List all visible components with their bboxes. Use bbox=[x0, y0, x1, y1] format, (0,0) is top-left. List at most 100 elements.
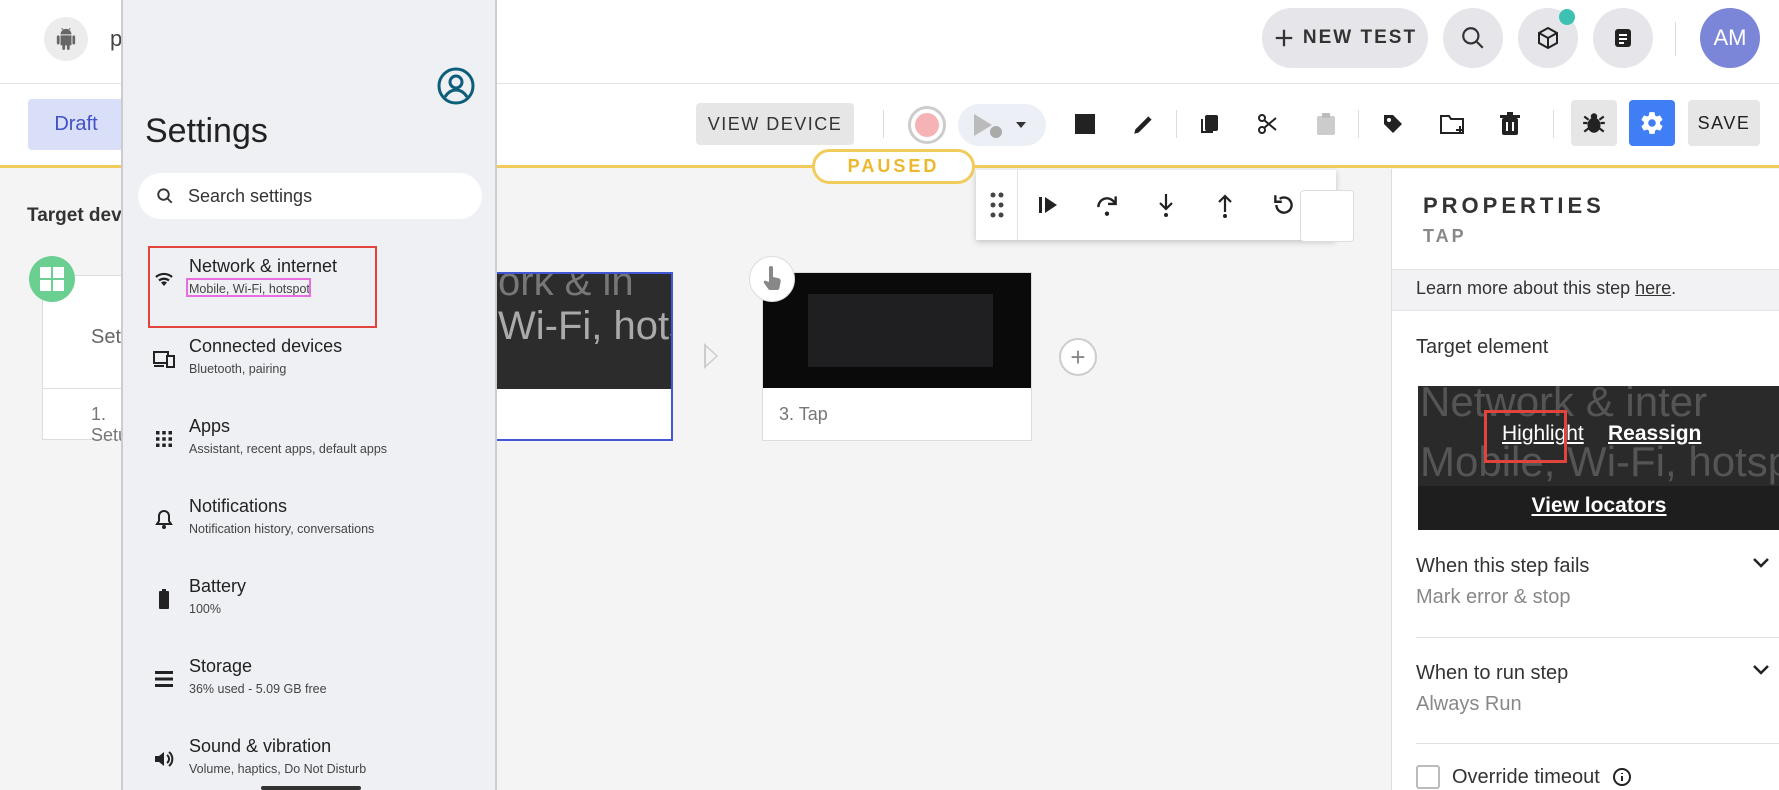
divider bbox=[1358, 110, 1359, 138]
when-step-fails-label: When this step fails bbox=[1416, 555, 1590, 577]
when-step-fails-section[interactable]: When this step fails Mark error & stop bbox=[1416, 555, 1769, 609]
view-device-button[interactable]: VIEW DEVICE bbox=[696, 103, 854, 145]
logs-button[interactable] bbox=[1593, 8, 1653, 68]
settings-item-notifications[interactable]: Notifications Notification history, conv… bbox=[123, 490, 495, 560]
gear-icon bbox=[1641, 112, 1663, 134]
drag-handle-icon[interactable] bbox=[976, 170, 1018, 240]
when-to-run-section[interactable]: When to run step Always Run bbox=[1416, 662, 1769, 716]
step-arrow-icon bbox=[704, 343, 718, 369]
divider bbox=[43, 388, 131, 389]
learn-more-link[interactable]: here bbox=[1635, 278, 1671, 298]
play-debug-icon bbox=[974, 114, 1002, 138]
dropdown-arrow-icon[interactable] bbox=[1014, 120, 1028, 130]
edit-button[interactable] bbox=[1124, 104, 1164, 144]
search-icon bbox=[157, 188, 173, 204]
debug-controls bbox=[976, 170, 1336, 240]
paused-badge: PAUSED bbox=[812, 149, 975, 184]
divider bbox=[1416, 743, 1779, 744]
device-screen[interactable]: Settings Search settings Network & inter… bbox=[121, 0, 497, 790]
view-locators-link[interactable]: View locators bbox=[1418, 494, 1779, 518]
delete-button[interactable] bbox=[1490, 104, 1530, 144]
reassign-link[interactable]: Reassign bbox=[1608, 422, 1701, 446]
resume-icon bbox=[1038, 197, 1057, 213]
settings-search[interactable]: Search settings bbox=[138, 173, 482, 219]
when-to-run-label: When to run step bbox=[1416, 662, 1569, 684]
step-into-button[interactable] bbox=[1136, 192, 1195, 218]
divider bbox=[1176, 110, 1177, 138]
tap-icon bbox=[749, 256, 795, 302]
settings-item-battery[interactable]: Battery 100% bbox=[123, 570, 495, 640]
divider bbox=[1675, 22, 1676, 56]
resume-button[interactable] bbox=[1018, 193, 1077, 217]
cut-button[interactable] bbox=[1248, 104, 1288, 144]
search-placeholder: Search settings bbox=[188, 185, 313, 206]
save-button[interactable]: SAVE bbox=[1688, 100, 1760, 146]
bug-icon bbox=[1583, 113, 1605, 133]
settings-item-subtitle: Bluetooth, pairing bbox=[189, 362, 287, 376]
chevron-down-icon[interactable] bbox=[1752, 664, 1770, 676]
step-card-3[interactable]: 3. Tap bbox=[762, 272, 1032, 441]
record-button[interactable] bbox=[908, 106, 946, 144]
run-debug-button[interactable] bbox=[958, 104, 1046, 146]
learn-more-banner: Learn more about this step here. bbox=[1392, 269, 1779, 311]
step-thumb-text: ork & in bbox=[498, 274, 634, 304]
tag-button[interactable] bbox=[1373, 104, 1413, 144]
learn-more-text: Learn more about this step bbox=[1416, 278, 1636, 298]
settings-item-storage[interactable]: Storage 36% used - 5.09 GB free bbox=[123, 650, 495, 720]
cube-icon bbox=[1538, 26, 1558, 50]
stop-icon bbox=[1075, 114, 1095, 134]
gesture-bar bbox=[261, 786, 361, 790]
copy-button[interactable] bbox=[1190, 104, 1230, 144]
properties-panel: PROPERTIES TAP Learn more about this ste… bbox=[1391, 169, 1779, 790]
target-element-label: Target element bbox=[1416, 336, 1549, 358]
settings-item-subtitle: 36% used - 5.09 GB free bbox=[189, 682, 327, 696]
devices-icon bbox=[151, 346, 177, 372]
step-thumbnail bbox=[763, 273, 1031, 388]
scissors-icon bbox=[1258, 114, 1277, 134]
new-test-button[interactable]: NEW TEST bbox=[1262, 8, 1428, 68]
stop-button[interactable] bbox=[1065, 104, 1105, 144]
search-button[interactable] bbox=[1443, 8, 1503, 68]
target-element-preview: Network & inter Mobile, Wi-Fi, hotspot H… bbox=[1418, 386, 1779, 530]
copy-icon bbox=[1201, 115, 1218, 133]
when-step-fails-value: Mark error & stop bbox=[1416, 586, 1571, 608]
settings-item-connected-devices[interactable]: Connected devices Bluetooth, pairing bbox=[123, 330, 495, 400]
chevron-down-icon[interactable] bbox=[1752, 557, 1770, 569]
paste-button[interactable] bbox=[1306, 104, 1346, 144]
account-icon[interactable] bbox=[436, 66, 476, 111]
windows-app-icon bbox=[29, 256, 75, 302]
step-over-button[interactable] bbox=[1077, 192, 1136, 218]
trash-icon bbox=[1500, 112, 1520, 135]
settings-item-sound[interactable]: Sound & vibration Volume, haptics, Do No… bbox=[123, 730, 495, 790]
restart-icon bbox=[1273, 195, 1293, 214]
step-type-label: TAP bbox=[1423, 226, 1467, 246]
draft-tab[interactable]: Draft bbox=[28, 99, 124, 150]
avatar[interactable]: AM bbox=[1700, 8, 1760, 68]
step-out-button[interactable] bbox=[1195, 192, 1254, 218]
step-card-2[interactable]: ork & in Wi-Fi, hotsp bbox=[490, 272, 673, 441]
add-step-button[interactable]: + bbox=[1059, 338, 1097, 376]
info-icon[interactable] bbox=[1612, 767, 1632, 787]
settings-item-subtitle: 100% bbox=[189, 602, 221, 616]
step-label: 3. Tap bbox=[779, 404, 828, 424]
divider bbox=[883, 110, 884, 138]
debug-button[interactable] bbox=[1571, 100, 1617, 146]
notification-dot bbox=[1559, 9, 1575, 25]
canvas-menu-button[interactable] bbox=[1300, 190, 1354, 242]
settings-item-subtitle: Assistant, recent apps, default apps bbox=[189, 442, 388, 456]
new-test-label: NEW TEST bbox=[1302, 27, 1418, 48]
override-timeout-checkbox[interactable] bbox=[1416, 765, 1440, 789]
divider bbox=[1416, 637, 1779, 638]
bell-icon bbox=[151, 506, 177, 532]
settings-item-subtitle: Volume, haptics, Do Not Disturb bbox=[189, 762, 367, 776]
settings-item-apps[interactable]: Apps Assistant, recent apps, default app… bbox=[123, 410, 495, 480]
settings-button[interactable] bbox=[1629, 100, 1675, 146]
learn-more-suffix: . bbox=[1671, 278, 1677, 298]
android-icon[interactable] bbox=[44, 17, 88, 61]
record-icon bbox=[915, 113, 939, 137]
override-timeout-label: Override timeout bbox=[1452, 765, 1600, 788]
storage-icon bbox=[151, 666, 177, 692]
new-folder-button[interactable] bbox=[1433, 104, 1473, 144]
settings-item-title: Connected devices bbox=[189, 336, 343, 356]
step-thumb-text: Wi-Fi, hotsp bbox=[498, 304, 671, 348]
